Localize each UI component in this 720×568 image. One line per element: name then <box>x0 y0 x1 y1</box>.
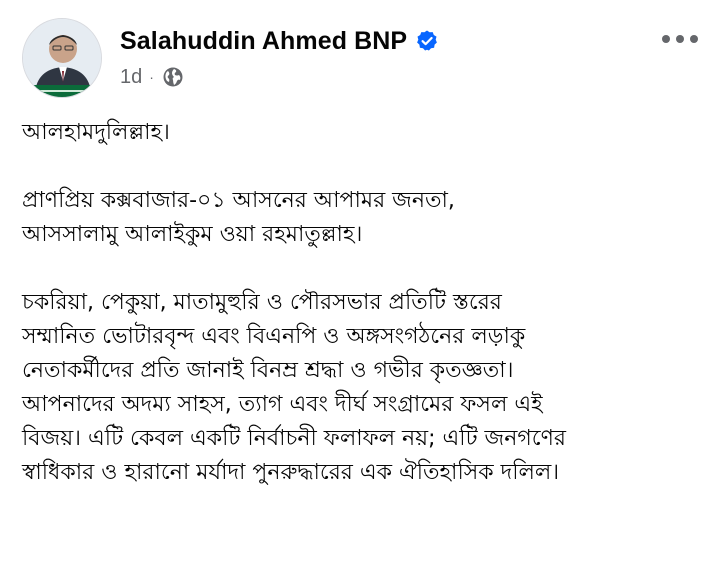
verified-badge-icon <box>415 29 439 53</box>
author-avatar[interactable] <box>22 18 102 98</box>
post-text-line: স্বাধিকার ও হারানো মর্যাদা পুনরুদ্ধারের … <box>22 460 560 485</box>
post-paragraph: প্রাণপ্রিয় কক্সবাজার-০১ আসনের আপামর জনত… <box>22 184 702 252</box>
post-meta: 1d · <box>120 64 184 90</box>
more-options-button[interactable] <box>658 24 702 54</box>
post-text-line: প্রাণপ্রিয় কক্সবাজার-০১ আসনের আপামর জনত… <box>22 188 455 213</box>
more-horizontal-icon <box>662 35 698 43</box>
post-header: Salahuddin Ahmed BNP 1d · <box>22 18 702 98</box>
post-text-line: সম্মানিত ভোটারবৃন্দ এবং বিএনপি ও অঙ্গসংগ… <box>22 324 526 349</box>
post-text-line: আলহামদুলিল্লাহ। <box>22 120 170 145</box>
post-paragraph: চকরিয়া, পেকুয়া, মাতামুহুরি ও পৌরসভার প… <box>22 286 702 490</box>
meta-separator: · <box>149 69 154 85</box>
profile-photo-icon <box>23 19 101 97</box>
author-name[interactable]: Salahuddin Ahmed BNP <box>120 27 407 56</box>
author-line: Salahuddin Ahmed BNP <box>120 24 439 58</box>
post-timestamp[interactable]: 1d <box>120 66 142 89</box>
post-text-line: চকরিয়া, পেকুয়া, মাতামুহুরি ও পৌরসভার প… <box>22 290 502 315</box>
post-text-line: বিজয়। এটি কেবল একটি নির্বাচনী ফলাফল নয়… <box>22 426 567 451</box>
post-paragraph: আলহামদুলিল্লাহ। <box>22 116 702 150</box>
post-text-line: নেতাকর্মীদের প্রতি জানাই বিনম্র শ্রদ্ধা … <box>22 358 514 383</box>
post-text-line: আসসালামু আলাইকুম ওয়া রহমাতুল্লাহ। <box>22 222 363 247</box>
globe-icon[interactable] <box>162 66 184 88</box>
post-text-line: আপনাদের অদম্য সাহস, ত্যাগ এবং দীর্ঘ সংগ্… <box>22 392 543 417</box>
post-text: আলহামদুলিল্লাহ। প্রাণপ্রিয় কক্সবাজার-০১… <box>22 116 702 490</box>
